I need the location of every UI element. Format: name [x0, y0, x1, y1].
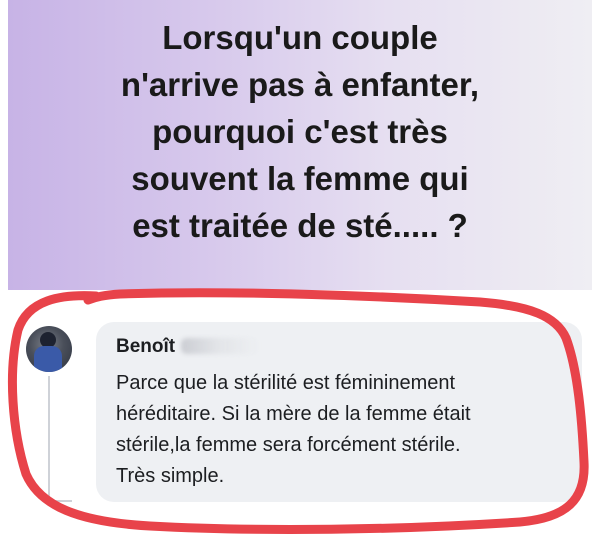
- post-line: est traitée de sté..... ?: [132, 207, 468, 244]
- comment-text: Parce que la stérilité est fémininement …: [116, 368, 576, 492]
- comment-line: Parce que la stérilité est fémininement: [116, 372, 456, 394]
- comment-author[interactable]: Benoît: [116, 336, 260, 358]
- post-line: souvent la femme qui: [131, 160, 469, 197]
- comment-author-name[interactable]: Benoît: [116, 336, 175, 357]
- post-text: Lorsqu'un couple n'arrive pas à enfanter…: [8, 14, 592, 249]
- post-card: Lorsqu'un couple n'arrive pas à enfanter…: [8, 0, 592, 290]
- post-line: n'arrive pas à enfanter,: [120, 66, 480, 103]
- avatar-person-body: [34, 346, 62, 372]
- reply-thread-elbow: [48, 500, 72, 502]
- comment-bubble: Benoît Parce que la stérilité est fémini…: [96, 322, 582, 502]
- comment-line: stérile,la femme sera forcément stérile.: [116, 434, 461, 456]
- comment-line: héréditaire. Si la mère de la femme étai…: [116, 403, 471, 425]
- author-surname-blur: [181, 338, 260, 354]
- post-line: Lorsqu'un couple: [162, 19, 438, 56]
- reply-thread-line: [48, 376, 50, 502]
- avatar[interactable]: [26, 326, 72, 372]
- comment-line: Très simple.: [116, 465, 225, 487]
- post-line: pourquoi c'est très: [152, 113, 448, 150]
